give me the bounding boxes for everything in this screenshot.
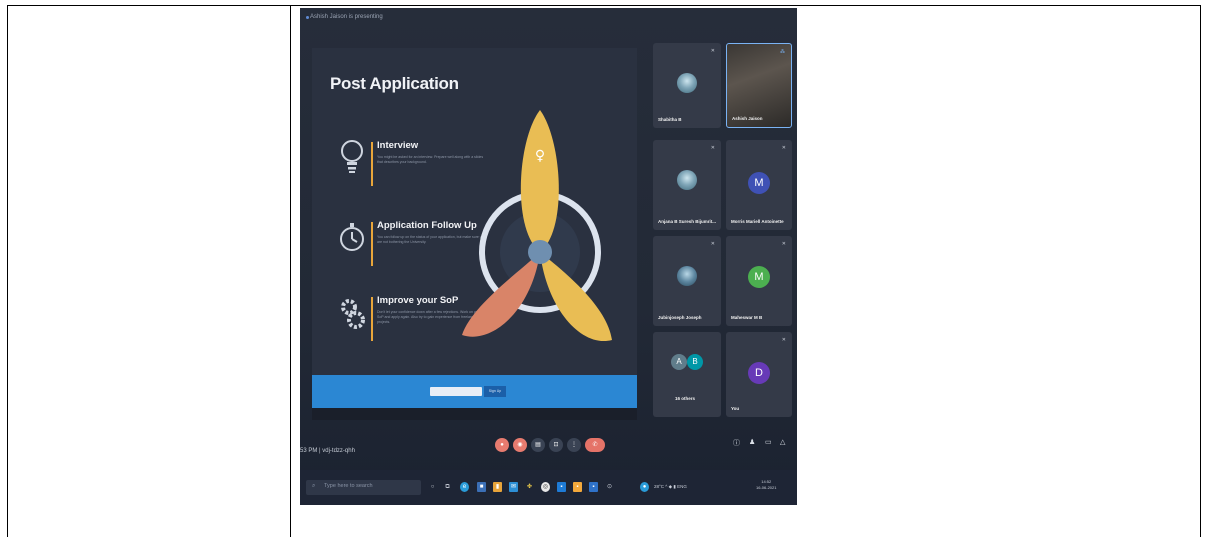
participant-tile-selected[interactable]: ⁂ Ashish Jaison <box>726 43 792 128</box>
presenter-banner: Ashish Jaison is presenting <box>310 14 383 20</box>
mic-off-icon: ✕ <box>781 145 786 151</box>
participant-tile-others[interactable]: A B 16 others <box>653 332 721 417</box>
app-icon[interactable]: ▪ <box>573 482 582 492</box>
participant-tile[interactable]: ✕ M Maheswar M B <box>726 236 792 326</box>
mic-toggle-icon[interactable]: ● <box>495 438 509 452</box>
system-tray[interactable]: 28°C ^ ◆ ▮ ENG <box>654 484 687 490</box>
gears-icon <box>337 293 367 333</box>
meeting-screen: Ashish Jaison is presenting Post Applica… <box>300 8 797 505</box>
mic-off-icon: ✕ <box>710 241 715 247</box>
cortana-icon[interactable]: ○ <box>428 482 437 492</box>
app-icon[interactable]: ▪ <box>589 482 598 492</box>
present-icon[interactable]: ⊡ <box>549 438 563 452</box>
avatar: B <box>687 354 703 370</box>
camera-toggle-icon[interactable]: ◉ <box>513 438 527 452</box>
speaking-icon: ⁂ <box>780 49 785 55</box>
slide-footer-shadow <box>312 408 637 420</box>
presenting-indicator-icon <box>306 16 309 19</box>
app-icon[interactable]: ▪ <box>557 482 566 492</box>
stopwatch-icon <box>337 218 367 258</box>
lightbulb-icon <box>337 138 367 178</box>
more-options-icon[interactable]: ⋮ <box>567 438 581 452</box>
participant-tile[interactable]: ✕ Jubinjoseph Joseph <box>653 236 721 326</box>
item-title: Interview <box>377 140 419 151</box>
item-accent-bar <box>371 142 373 186</box>
taskbar-search[interactable]: ⌕ Type here to search <box>306 480 421 495</box>
settings-icon[interactable]: ⊙ <box>605 482 614 492</box>
avatar: M <box>748 172 770 194</box>
participant-tile[interactable]: ✕ M Morris Mariell Antoinette <box>726 140 792 230</box>
weather-icon[interactable]: ● <box>640 482 649 492</box>
edge-icon[interactable]: e <box>460 482 469 492</box>
mic-off-icon: ✕ <box>781 241 786 247</box>
search-placeholder: Type here to search <box>324 483 373 489</box>
windows-taskbar: ⌕ Type here to search ○ ⧉ e ■ ▮ ✉ ✤ ◎ ▪ … <box>300 470 797 505</box>
activities-icon[interactable]: △ <box>780 438 785 446</box>
participant-name: 16 others <box>675 396 696 401</box>
search-icon: ⌕ <box>312 483 316 489</box>
mic-off-icon: ✕ <box>781 337 786 343</box>
participant-name: Maheswar M B <box>731 315 763 320</box>
propeller-graphic: ♀ <box>462 110 612 342</box>
mic-off-icon: ✕ <box>710 145 715 151</box>
participant-name: Shabitha B <box>658 117 682 122</box>
slide-footer-bar: Sign Up <box>312 375 637 408</box>
chat-icon[interactable]: ▭ <box>765 438 772 446</box>
avatar <box>677 266 697 286</box>
item-title: Improve your SoP <box>377 295 459 306</box>
avatar: D <box>748 362 770 384</box>
table-cell-left <box>7 5 291 537</box>
participant-name: Jubinjoseph Joseph <box>658 315 702 320</box>
avatar <box>677 73 697 93</box>
avatar <box>677 170 697 190</box>
leave-call-icon[interactable]: ✆ <box>585 438 605 452</box>
info-icon[interactable]: ⓘ <box>733 438 740 448</box>
slide-title: Post Application <box>330 74 459 93</box>
participant-name: Morris Mariell Antoinette <box>731 219 784 224</box>
files-icon[interactable]: ▮ <box>493 482 502 492</box>
participant-tile[interactable]: ✕ Shabitha B <box>653 43 721 128</box>
avatar: M <box>748 266 770 288</box>
participant-tile-self[interactable]: ✕ D You <box>726 332 792 417</box>
item-accent-bar <box>371 222 373 266</box>
participant-name: Anjana B Suresh Bijumrit... <box>658 219 717 224</box>
shared-slide: Post Application Interview You might be … <box>312 48 637 420</box>
avatar: A <box>671 354 687 370</box>
participant-tile[interactable]: ✕ Anjana B Suresh Bijumrit... <box>653 140 721 230</box>
clock-date: 16-06-2021 <box>756 485 777 490</box>
svg-text:♀: ♀ <box>535 148 545 164</box>
taskbar-clock[interactable]: 14:52 16-06-2021 <box>756 479 776 491</box>
chrome-icon[interactable]: ◎ <box>541 482 550 492</box>
signup-input <box>430 387 482 396</box>
task-view-icon[interactable]: ⧉ <box>443 482 452 492</box>
signup-button: Sign Up <box>484 386 506 397</box>
mail-icon[interactable]: ✉ <box>509 482 518 492</box>
monitor-photo: Ashish Jaison is presenting Post Applica… <box>300 8 797 505</box>
participant-name: You <box>731 406 740 411</box>
store-icon[interactable]: ■ <box>477 482 486 492</box>
captions-icon[interactable]: ▤ <box>531 438 545 452</box>
meeting-time-code: 53 PM | vdj-tdzz-qhh <box>300 448 355 454</box>
participant-name: Ashish Jaison <box>732 116 763 121</box>
mic-off-icon: ✕ <box>710 48 715 54</box>
dropbox-icon[interactable]: ✤ <box>525 482 534 492</box>
item-accent-bar <box>371 297 373 341</box>
people-icon[interactable]: ♟ <box>749 438 755 446</box>
